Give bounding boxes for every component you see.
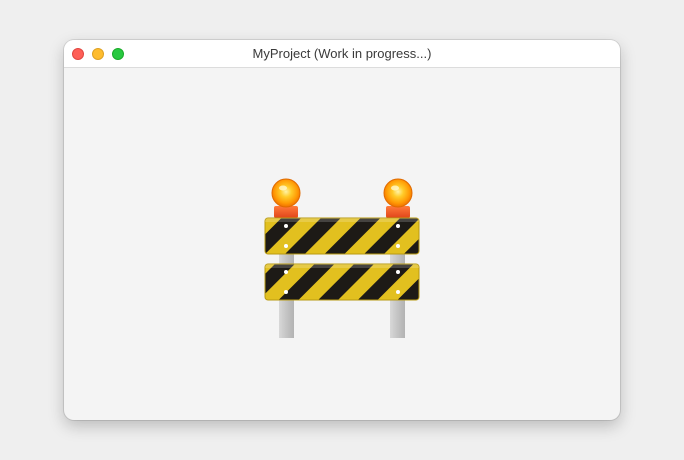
right-lamp <box>383 178 413 218</box>
title-bar[interactable]: MyProject (Work in progress...) <box>64 40 620 68</box>
window-title: MyProject (Work in progress...) <box>252 46 432 61</box>
window-content <box>64 68 620 420</box>
left-lamp <box>271 178 301 218</box>
construction-barricade-icon <box>264 178 420 338</box>
top-board <box>264 217 420 255</box>
bottom-board <box>264 263 420 301</box>
app-window: MyProject (Work in progress...) <box>64 40 620 420</box>
